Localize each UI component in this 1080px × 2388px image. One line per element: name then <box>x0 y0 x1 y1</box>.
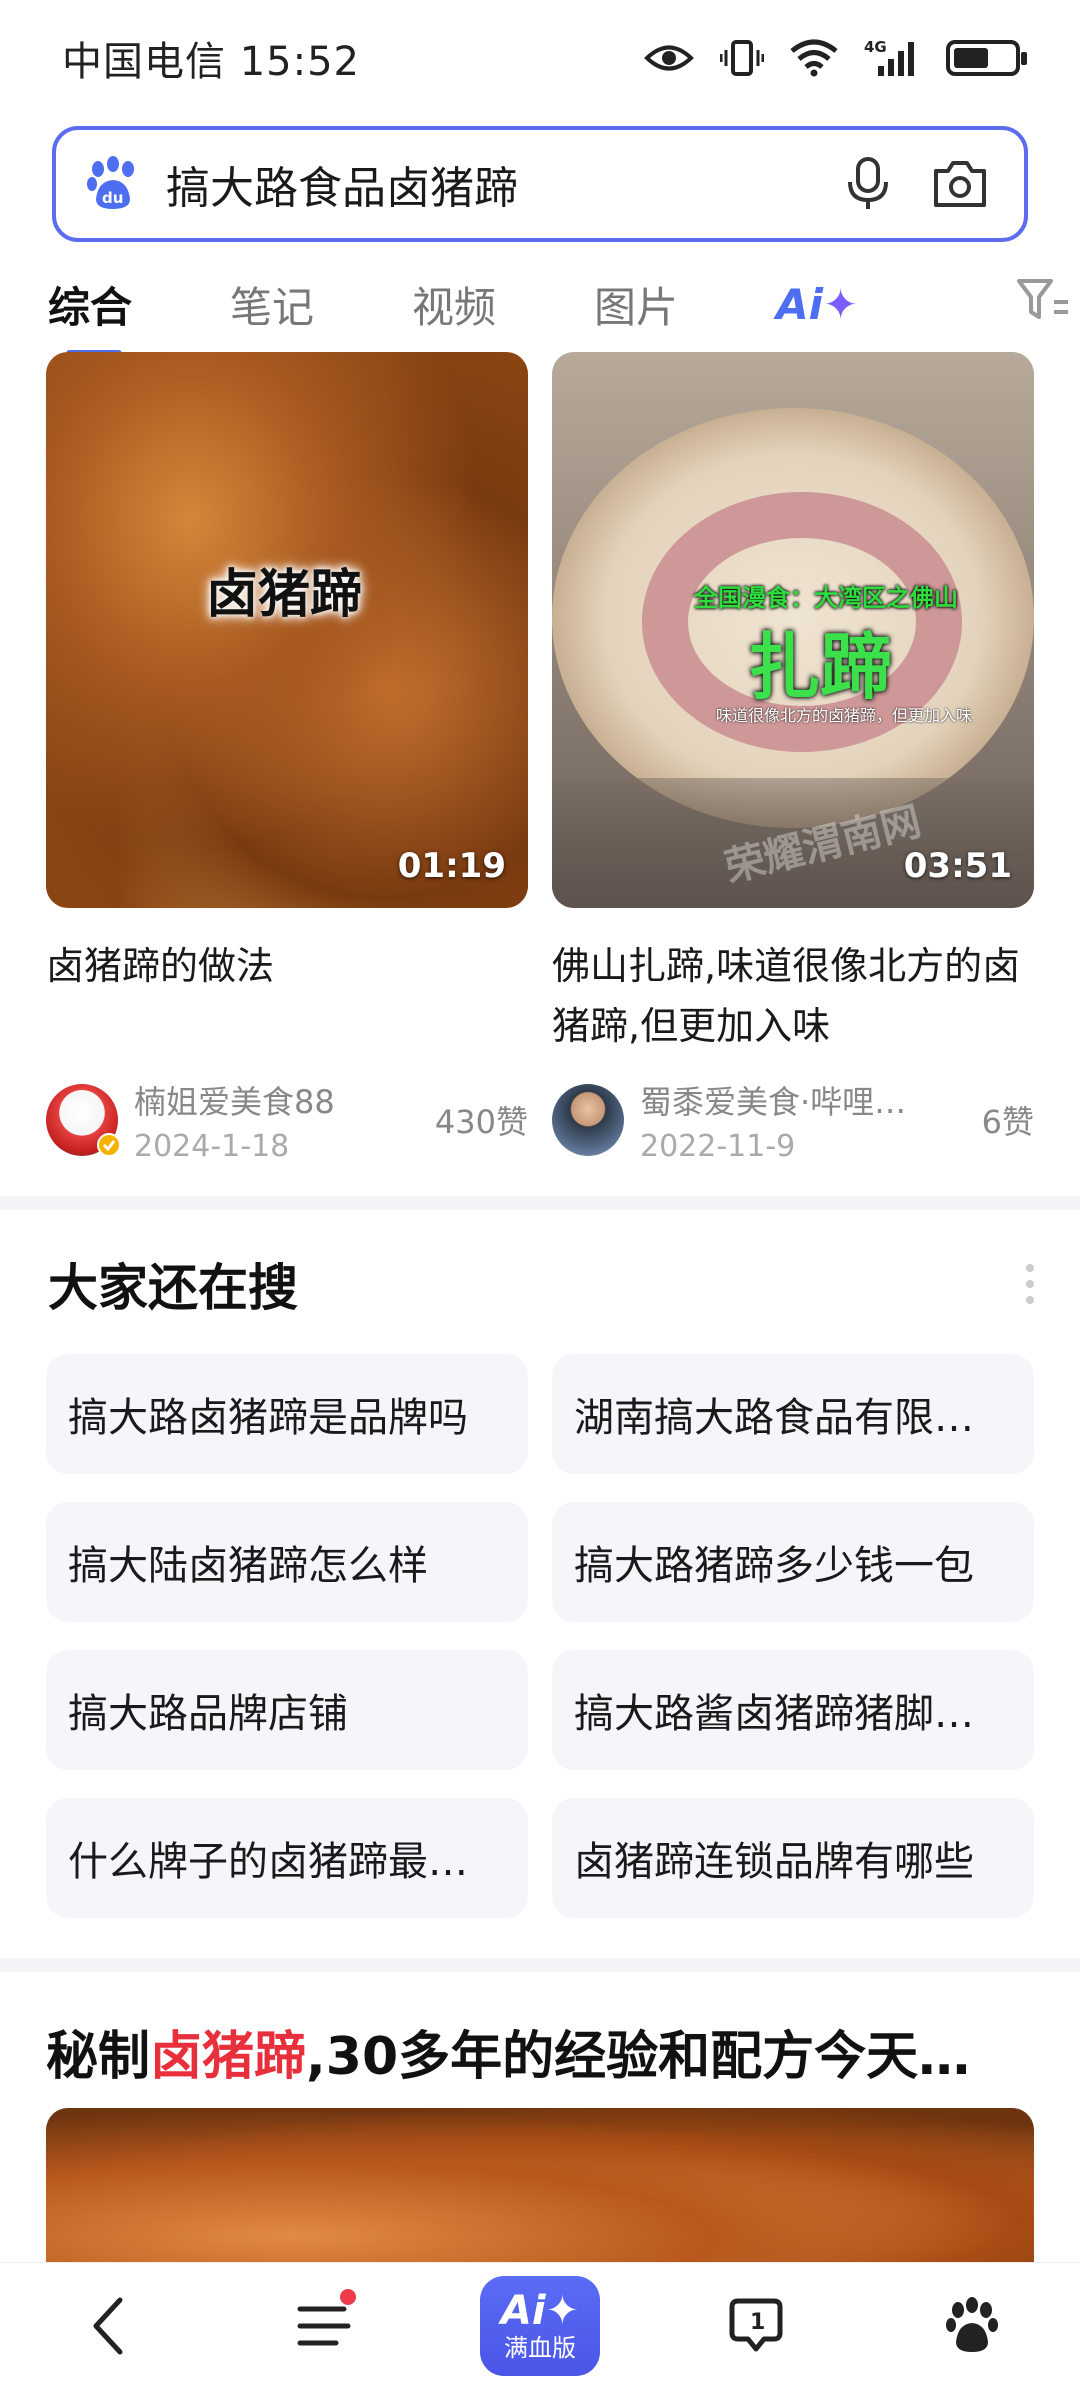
publish-date: 2024-1-18 <box>134 1128 290 1164</box>
author-name[interactable]: 蜀黍爱美食·哔哩… <box>640 1077 972 1123</box>
sparkle-icon: ✦ <box>545 2287 580 2334</box>
windows-icon: 1 <box>729 2298 783 2351</box>
carrier-time: 中国电信 15:52 <box>62 38 360 85</box>
video-card[interactable]: 全国漫食：大湾区之佛山 扎蹄 味道很像北方的卤猪蹄，但更加入味 荣耀渭南网 03… <box>552 352 1034 1164</box>
filter-button[interactable] <box>1016 276 1070 330</box>
window-count: 1 <box>750 2310 765 2335</box>
thumbnail-caption-sub: 味道很像北方的卤猪蹄，但更加入味 <box>716 706 973 725</box>
cellular-signal-icon: 4G <box>864 38 920 78</box>
filter-icon <box>1017 279 1068 319</box>
thumbnail-caption-main: 扎蹄 <box>748 625 893 709</box>
article-title-highlight: 卤猪蹄 <box>150 2027 307 2087</box>
wifi-icon <box>790 39 838 77</box>
ai-label: Ai <box>500 2287 546 2334</box>
tab-images[interactable]: 图片 <box>594 274 678 335</box>
chevron-left-icon <box>93 2297 123 2354</box>
related-search-chip[interactable]: 搞大陆卤猪蹄怎么样 <box>46 1502 528 1622</box>
tab-videos[interactable]: 视频 <box>412 274 496 335</box>
video-card[interactable]: 卤猪蹄 01:19 卤猪蹄的做法 楠姐爱美食88 2024-1-18 430赞 <box>46 352 528 1164</box>
article-image[interactable] <box>46 2108 1034 2268</box>
menu-button[interactable] <box>264 2271 384 2381</box>
microphone-icon <box>848 157 888 209</box>
tab-ai[interactable]: Ai✦ <box>776 280 858 329</box>
ai-assistant-button[interactable]: Ai✦ 满血版 <box>480 2271 600 2381</box>
related-search-chip[interactable]: 卤猪蹄连锁品牌有哪些 <box>552 1798 1034 1918</box>
bottom-navigation: Ai✦ 满血版 1 <box>0 2262 1080 2388</box>
like-count: 6赞 <box>981 1103 1034 1141</box>
video-meta: 楠姐爱美食88 2024-1-18 430赞 <box>46 1077 528 1164</box>
publish-date: 2022-11-9 <box>640 1128 796 1164</box>
related-search-chip[interactable]: 搞大路猪蹄多少钱一包 <box>552 1502 1034 1622</box>
status-icons: 4G <box>644 38 1027 78</box>
tab-notes[interactable]: 笔记 <box>230 274 314 335</box>
eye-icon <box>644 41 694 75</box>
related-search-chip[interactable]: 湖南搞大路食品有限… <box>552 1354 1034 1474</box>
battery-level <box>954 47 988 68</box>
related-search-chip[interactable]: 搞大路卤猪蹄是品牌吗 <box>46 1354 528 1474</box>
related-searches-grid: 搞大路卤猪蹄是品牌吗 湖南搞大路食品有限… 搞大陆卤猪蹄怎么样 搞大路猪蹄多少钱… <box>46 1354 1034 1918</box>
baidu-paw-icon <box>946 2296 998 2352</box>
camera-search-button[interactable] <box>928 152 992 216</box>
tab-comprehensive[interactable]: 综合 <box>48 274 132 357</box>
article-title[interactable]: 秘制卤猪蹄,30多年的经验和配方今天… <box>46 2014 970 2089</box>
video-thumbnail[interactable]: 卤猪蹄 01:19 <box>46 352 528 908</box>
notification-dot <box>340 2288 356 2305</box>
video-meta: 蜀黍爱美食·哔哩… 2022-11-9 6赞 <box>552 1077 1034 1164</box>
back-button[interactable] <box>48 2271 168 2381</box>
video-title[interactable]: 佛山扎蹄,味道很像北方的卤猪蹄,但更加入味 <box>552 936 1034 1056</box>
menu-icon <box>297 2306 351 2345</box>
ai-sublabel: 满血版 <box>504 2333 576 2362</box>
more-options-button[interactable] <box>1024 1262 1036 1310</box>
camera-icon <box>934 161 986 207</box>
article-title-prefix: 秘制 <box>46 2027 151 2087</box>
tab-ai-label: Ai <box>776 279 823 329</box>
related-search-chip[interactable]: 搞大路品牌店铺 <box>46 1650 528 1770</box>
avatar[interactable] <box>46 1084 121 1157</box>
result-tabs: 综合 笔记 视频 图片 Ai✦ <box>0 258 1080 357</box>
related-search-chip[interactable]: 搞大路酱卤猪蹄猪脚… <box>552 1650 1034 1770</box>
video-duration: 03:51 <box>903 846 1012 886</box>
section-divider <box>0 1196 1080 1210</box>
related-search-chip[interactable]: 什么牌子的卤猪蹄最… <box>46 1798 528 1918</box>
like-count: 430赞 <box>434 1103 528 1141</box>
related-searches-title: 大家还在搜 <box>48 1259 298 1317</box>
video-title[interactable]: 卤猪蹄的做法 <box>46 936 528 996</box>
vibrate-icon <box>720 38 764 78</box>
voice-search-button[interactable] <box>836 152 900 216</box>
profile-button[interactable] <box>912 2271 1032 2381</box>
author-name[interactable]: 楠姐爱美食88 <box>134 1077 425 1123</box>
status-bar: 中国电信 15:52 4G <box>0 0 1080 115</box>
video-duration: 01:19 <box>397 846 506 886</box>
section-divider <box>0 1958 1080 1972</box>
battery-icon <box>946 39 1027 76</box>
video-thumbnail[interactable]: 全国漫食：大湾区之佛山 扎蹄 味道很像北方的卤猪蹄，但更加入味 荣耀渭南网 03… <box>552 352 1034 908</box>
thumbnail-caption: 卤猪蹄 <box>206 565 363 625</box>
network-type: 4G <box>864 38 887 56</box>
sparkle-icon: ✦ <box>822 279 859 329</box>
avatar[interactable] <box>552 1084 624 1156</box>
logo-text: du <box>102 189 123 207</box>
article-title-suffix: ,30多年的经验和配方今天… <box>306 2027 971 2087</box>
windows-button[interactable]: 1 <box>696 2271 816 2381</box>
verified-icon <box>97 1133 121 1157</box>
baidu-logo-icon: du <box>84 155 142 213</box>
more-vertical-icon <box>1026 1264 1034 1304</box>
search-bar[interactable]: du 搞大路食品卤猪蹄 <box>52 126 1028 242</box>
search-input[interactable]: 搞大路食品卤猪蹄 <box>166 152 808 216</box>
